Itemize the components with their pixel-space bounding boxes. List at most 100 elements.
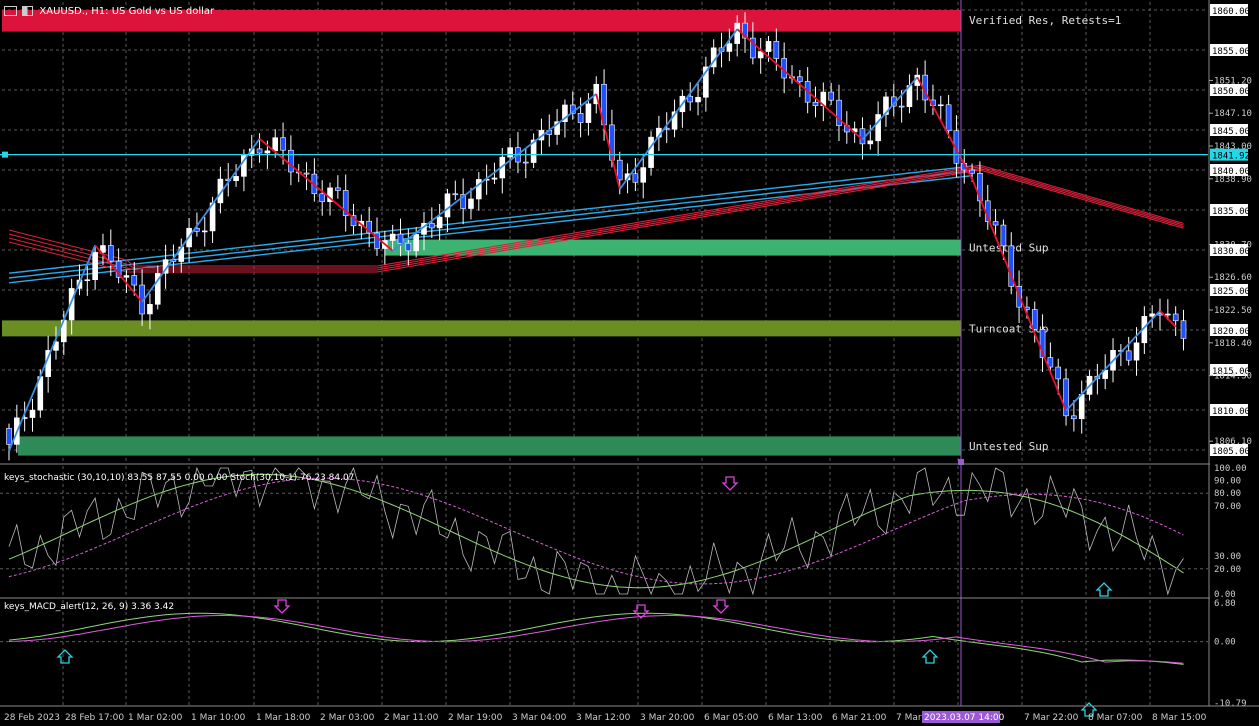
zigzag-segment — [1065, 310, 1161, 412]
candle-body — [256, 148, 263, 154]
candle-body — [429, 222, 435, 229]
candle-body — [468, 198, 474, 209]
time-highlight-text: 2023.03.07 14:00 — [924, 713, 1005, 723]
candle-body — [84, 279, 91, 282]
zone-label: Verified Res, Retests=1 — [969, 14, 1121, 27]
candle-body — [1055, 366, 1062, 380]
price-tick-label: 1826.60 — [1214, 273, 1252, 283]
sr-zones: Verified Res, Retests=1Untested SupTurnc… — [2, 10, 1121, 456]
price-tick-label: 1847.10 — [1214, 109, 1252, 119]
candle-body — [1133, 342, 1140, 361]
price-tick-label: 1820.00 — [1212, 327, 1250, 337]
candle-body — [1071, 415, 1077, 420]
macd-tick: 0.00 — [1214, 638, 1236, 648]
macd-panel: 6.80 0.00 -10.79 — [0, 599, 1247, 717]
zigzag-segment — [595, 93, 621, 190]
candle-body — [335, 187, 341, 191]
time-label: 3 Mar 20:00 — [640, 713, 695, 723]
candle-body — [640, 167, 647, 183]
price-tick-label: 1838.90 — [1214, 175, 1252, 185]
candle-body — [491, 177, 498, 180]
macd-sell-arrow — [712, 599, 730, 614]
blue-ma — [8, 165, 973, 274]
candle-body — [1031, 309, 1038, 330]
candle-body — [397, 233, 404, 244]
macd-buy-arrow — [921, 649, 939, 664]
time-label: 2 Mar 03:00 — [320, 713, 375, 723]
chart-title-bar: XAUUSD., H1: US Gold vs US dollar — [4, 6, 214, 17]
stoch-main-line — [8, 473, 1184, 589]
candle-body — [797, 76, 803, 82]
zigzag-segment — [258, 138, 394, 252]
candle-body — [898, 105, 905, 108]
price-tick-label: 1810.00 — [1212, 407, 1250, 417]
price-tick-label: 1825.00 — [1212, 287, 1250, 297]
candle-body — [585, 103, 592, 123]
macd-line — [8, 612, 1184, 665]
price-tick-label: 1835.00 — [1212, 207, 1250, 217]
candle-body — [201, 230, 208, 233]
candle-body — [969, 169, 975, 174]
price-tick-label: 1850.00 — [1212, 87, 1250, 97]
candle-body — [734, 22, 740, 44]
zone-label: Untested Sup — [969, 440, 1048, 453]
macd-sell-arrow — [273, 599, 291, 614]
candle-body — [1000, 224, 1007, 247]
candle-body — [288, 149, 294, 173]
candle-body — [147, 304, 153, 315]
stoch-tick: 20.00 — [1214, 565, 1241, 575]
price-tick-label: 1855.00 — [1212, 47, 1250, 57]
time-label: 28 Feb 17:00 — [65, 713, 124, 723]
candle-body — [945, 104, 952, 132]
candle-body — [648, 136, 654, 168]
time-label: 6 Mar 05:00 — [704, 713, 759, 723]
blue-ma — [8, 175, 973, 284]
stoch-raw-line — [8, 466, 1184, 596]
time-label: 6 Mar 21:00 — [832, 713, 887, 723]
time-label: 1 Mar 02:00 — [128, 713, 183, 723]
zigzag-segment — [916, 76, 973, 180]
time-label: 3 Mar 04:00 — [512, 713, 567, 723]
candle-body — [1078, 394, 1085, 420]
candle-body — [444, 193, 451, 218]
candle-body — [1125, 350, 1132, 361]
candles — [6, 12, 1187, 461]
time-label: 8 Mar 15:00 — [1152, 713, 1207, 723]
candle-body — [992, 221, 999, 226]
time-label: 2 Mar 19:00 — [448, 713, 503, 723]
candle-body — [123, 275, 130, 278]
stochastic-title: keys_stochastic (30,10,10) 83.55 87.55 0… — [4, 473, 355, 483]
candle-body — [937, 104, 944, 107]
candle-body — [577, 113, 584, 123]
stoch-tick: 70.00 — [1214, 502, 1241, 512]
red-ma — [8, 169, 1184, 273]
current-price-text: 1841.92 — [1212, 152, 1250, 162]
time-label: 8 Mar 07:00 — [1088, 713, 1143, 723]
macd-title: keys_MACD_alert(12, 26, 9) 3.36 3.42 — [4, 602, 175, 612]
time-label: 2 Mar 11:00 — [384, 713, 439, 723]
price-tick-label: 1830.00 — [1212, 247, 1250, 257]
candle-body — [405, 242, 412, 252]
candle-body — [695, 96, 701, 103]
macd-tick: 6.80 — [1214, 599, 1236, 609]
price-tick-label: 1805.00 — [1212, 447, 1250, 457]
candle-body — [233, 176, 239, 182]
stoch-buy-arrow — [1095, 582, 1113, 597]
candle-body — [452, 193, 459, 196]
candle-body — [765, 41, 772, 52]
chart-canvas[interactable]: Verified Res, Retests=1Untested SupTurnc… — [0, 0, 1259, 726]
zigzag-segment — [392, 93, 597, 252]
buy-sell-icon[interactable] — [22, 6, 34, 16]
time-label: 1 Mar 10:00 — [191, 713, 246, 723]
candle-body — [264, 150, 271, 154]
macd-tick: -10.79 — [1214, 699, 1247, 709]
price-line-handle — [2, 151, 8, 158]
candle-body — [436, 216, 443, 229]
time-label: 6 Mar 13:00 — [768, 713, 823, 723]
grid-menu-icon[interactable] — [4, 6, 17, 16]
stoch-tick: 90.00 — [1214, 477, 1241, 487]
time-label: 3 Mar 12:00 — [576, 713, 631, 723]
candle-body — [632, 173, 639, 183]
blue-ma — [8, 170, 973, 279]
stoch-tick: 100.00 — [1214, 464, 1247, 474]
